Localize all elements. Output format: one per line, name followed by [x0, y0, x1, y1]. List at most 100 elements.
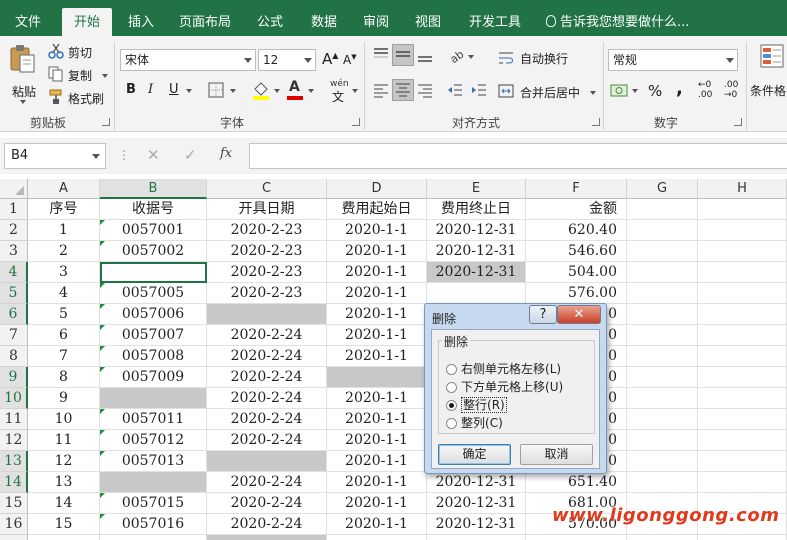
font-size-combo[interactable]: 12 — [258, 49, 316, 71]
row-header-2[interactable]: 2 — [0, 220, 28, 241]
increase-indent-icon[interactable] — [470, 81, 488, 99]
grow-font-button[interactable]: A▲ — [322, 50, 338, 68]
cell-c11[interactable]: 2020-2-24 — [207, 409, 327, 430]
cell-f17[interactable] — [526, 535, 627, 540]
help-button[interactable]: ? — [529, 305, 557, 324]
font-color-button[interactable]: A — [286, 79, 304, 100]
enter-icon[interactable]: ✓ — [184, 146, 197, 164]
cell-a15[interactable]: 14 — [28, 493, 100, 514]
align-right-icon[interactable] — [416, 81, 434, 99]
fill-color-icon[interactable] — [252, 80, 270, 100]
tab-insert[interactable]: 插入 — [118, 8, 164, 36]
cell-h2[interactable] — [698, 220, 787, 241]
cell-a11[interactable]: 10 — [28, 409, 100, 430]
cell-g8[interactable] — [627, 346, 698, 367]
cell-c17[interactable] — [207, 535, 327, 540]
tell-me-search[interactable]: 告诉我您想要做什么... — [546, 8, 689, 36]
name-box[interactable]: B4 — [4, 143, 106, 169]
cell-a1[interactable]: 序号 — [28, 199, 100, 220]
row-header-8[interactable]: 8 — [0, 346, 28, 367]
tab-page-layout[interactable]: 页面布局 — [172, 8, 238, 36]
cell-b6[interactable]: 0057006 — [100, 304, 207, 325]
cell-d17[interactable] — [327, 535, 427, 540]
cell-h11[interactable] — [698, 409, 787, 430]
cell-d2[interactable]: 2020-1-1 — [327, 220, 427, 241]
cell-h14[interactable] — [698, 472, 787, 493]
cell-b7[interactable]: 0057007 — [100, 325, 207, 346]
cell-a17[interactable] — [28, 535, 100, 540]
cell-d4[interactable]: 2020-1-1 — [327, 262, 427, 283]
cell-b15[interactable]: 0057015 — [100, 493, 207, 514]
decrease-decimal-button[interactable]: .00 →0 — [724, 80, 746, 100]
cell-f5[interactable]: 576.00 — [526, 283, 627, 304]
cell-g4[interactable] — [627, 262, 698, 283]
cell-d8[interactable]: 2020-1-1 — [327, 346, 427, 367]
underline-dropdown-icon[interactable] — [186, 89, 192, 93]
cell-b11[interactable]: 0057011 — [100, 409, 207, 430]
cell-d11[interactable]: 2020-1-1 — [327, 409, 427, 430]
font-launcher-icon[interactable] — [352, 118, 360, 126]
cell-c12[interactable]: 2020-2-24 — [207, 430, 327, 451]
ok-button[interactable]: 确定 — [438, 444, 511, 465]
cell-b8[interactable]: 0057008 — [100, 346, 207, 367]
column-header-e[interactable]: E — [427, 179, 526, 199]
cell-c16[interactable]: 2020-2-24 — [207, 514, 327, 535]
cell-b12[interactable]: 0057012 — [100, 430, 207, 451]
cell-e3[interactable]: 2020-12-31 — [427, 241, 526, 262]
cell-a14[interactable]: 13 — [28, 472, 100, 493]
align-center-button[interactable] — [392, 79, 414, 101]
cell-c4[interactable]: 2020-2-23 — [207, 262, 327, 283]
worksheet-grid[interactable]: A B C D E F G H 1 序号 收据号 开具日期 费用起始日 费用终止日 金额 2 1 0057001 2… — [0, 179, 787, 540]
align-left-icon[interactable] — [372, 81, 390, 99]
cell-c2[interactable]: 2020-2-23 — [207, 220, 327, 241]
cell-h1[interactable] — [698, 199, 787, 220]
cell-c8[interactable]: 2020-2-24 — [207, 346, 327, 367]
align-middle-button[interactable] — [392, 44, 414, 66]
cell-c1[interactable]: 开具日期 — [207, 199, 327, 220]
cell-g2[interactable] — [627, 220, 698, 241]
italic-button[interactable]: I — [148, 82, 153, 97]
cell-g1[interactable] — [627, 199, 698, 220]
column-header-f[interactable]: F — [526, 179, 627, 199]
bold-button[interactable]: B — [126, 82, 136, 97]
cell-g9[interactable] — [627, 367, 698, 388]
cell-h6[interactable] — [698, 304, 787, 325]
cell-h7[interactable] — [698, 325, 787, 346]
cell-c6[interactable] — [207, 304, 327, 325]
number-launcher-icon[interactable] — [734, 118, 742, 126]
cell-g14[interactable] — [627, 472, 698, 493]
cell-c9[interactable]: 2020-2-24 — [207, 367, 327, 388]
cell-d13[interactable]: 2020-1-1 — [327, 451, 427, 472]
insert-function-icon[interactable]: fx — [220, 146, 232, 161]
shrink-font-button[interactable]: A▼ — [343, 53, 357, 67]
cell-d9[interactable] — [327, 367, 427, 388]
cell-h3[interactable] — [698, 241, 787, 262]
row-header-17[interactable] — [0, 535, 28, 540]
cell-f14[interactable]: 651.40 — [526, 472, 627, 493]
cell-b1[interactable]: 收据号 — [100, 199, 207, 220]
orientation-icon[interactable]: ab — [448, 46, 466, 64]
column-header-a[interactable]: A — [28, 179, 100, 199]
cell-c10[interactable]: 2020-2-24 — [207, 388, 327, 409]
cell-e4[interactable]: 2020-12-31 — [427, 262, 526, 283]
formula-input[interactable] — [249, 143, 787, 169]
row-header-3[interactable]: 3 — [0, 241, 28, 262]
cell-c5[interactable]: 2020-2-23 — [207, 283, 327, 304]
cut-button[interactable]: 剪切 — [48, 42, 108, 62]
cell-d3[interactable]: 2020-1-1 — [327, 241, 427, 262]
cell-h10[interactable] — [698, 388, 787, 409]
cell-b9[interactable]: 0057009 — [100, 367, 207, 388]
percent-button[interactable]: % — [648, 82, 662, 100]
cell-h17[interactable] — [698, 535, 787, 540]
cell-d12[interactable]: 2020-1-1 — [327, 430, 427, 451]
row-header-16[interactable]: 16 — [0, 514, 28, 535]
tab-review[interactable]: 审阅 — [354, 8, 398, 36]
number-format-combo[interactable]: 常规 — [608, 49, 738, 71]
cell-g5[interactable] — [627, 283, 698, 304]
column-header-b[interactable]: B — [100, 179, 207, 199]
cell-b13[interactable]: 0057013 — [100, 451, 207, 472]
currency-dropdown-icon[interactable] — [632, 89, 638, 93]
cell-d15[interactable]: 2020-1-1 — [327, 493, 427, 514]
align-bottom-icon[interactable] — [416, 46, 434, 64]
cell-a4[interactable]: 3 — [28, 262, 100, 283]
